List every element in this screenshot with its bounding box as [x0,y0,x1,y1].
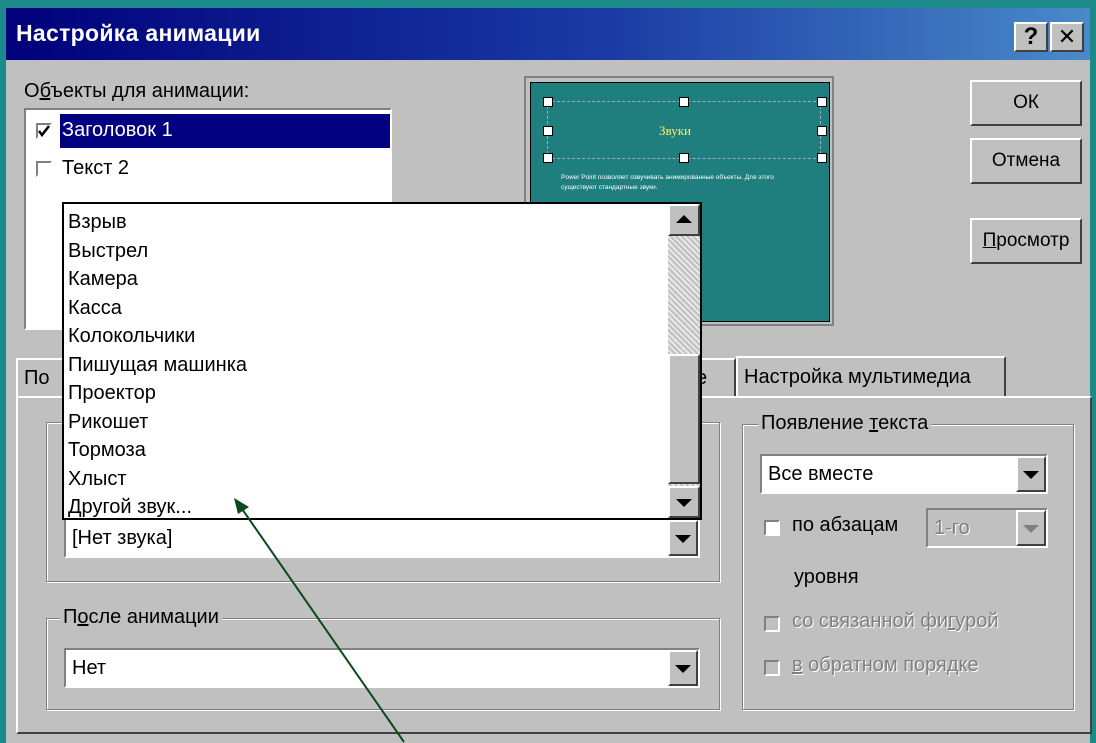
list-item[interactable]: Касса [64,294,664,323]
scroll-thumb[interactable] [668,354,700,484]
resize-handle [543,153,553,163]
list-item[interactable]: Выстрел [64,237,664,266]
chevron-up-icon [676,215,692,223]
ok-button[interactable]: ОК [970,80,1082,126]
list-item[interactable]: Текст 2 [26,150,390,186]
dropdown-scrollbar[interactable] [668,204,700,518]
close-button[interactable]: ✕ [1050,22,1084,52]
list-item[interactable]: Взрыв [64,208,664,237]
list-item[interactable]: Камера [64,265,664,294]
list-item[interactable]: Другой звук... [64,493,664,522]
resize-handle [679,153,689,163]
list-item[interactable]: Пишущая машинка [64,351,664,380]
list-item-label: Заголовок 1 [62,119,173,141]
resize-handle [543,126,553,136]
title-bar[interactable]: Настройка анимации ? ✕ [6,8,1090,60]
list-item[interactable]: Рикошет [64,408,664,437]
by-paragraph-label: по абзацам [792,514,899,536]
resize-handle [817,153,827,163]
desktop-background-top [0,0,1096,8]
tab-order-timing[interactable]: е [696,358,736,398]
chevron-down-icon [1023,525,1039,533]
list-item[interactable]: Проектор [64,379,664,408]
level-arrow[interactable] [1016,510,1046,546]
check-icon [38,125,50,137]
resize-handle [679,97,689,107]
by-paragraph-checkbox[interactable] [764,520,780,536]
list-item[interactable]: Тормоза [64,436,664,465]
slide-title: Звуки [659,123,691,138]
preview-button[interactable]: Просмотр [970,218,1082,264]
reverse-order-checkbox[interactable] [764,660,780,676]
chevron-down-icon [675,535,691,543]
scroll-up-button[interactable] [668,204,700,236]
objects-label: Объекты для анимации: [24,80,250,102]
resize-handle [817,97,827,107]
window-title: Настройка анимации [16,20,261,46]
sound-combo[interactable]: [Нет звука] [64,518,700,558]
level-value: 1-го [934,517,970,539]
linked-shape-label: со связанной фигурой [792,610,999,632]
after-animation-combo[interactable]: Нет [64,648,700,688]
text-appearance-arrow[interactable] [1016,456,1046,492]
sound-combo-arrow[interactable] [668,520,698,556]
reverse-order-label: в обратном порядке [792,654,979,676]
slide-body: Power Point позволяет озвучивать анимиро… [561,174,774,191]
text-appearance-value: Все вместе [768,463,874,485]
desktop-background-left [0,0,6,743]
cancel-button[interactable]: Отмена [970,138,1082,184]
sound-dropdown-items: Взрыв Выстрел Камера Касса Колокольчики … [64,208,664,522]
level-combo[interactable]: 1-го [926,508,1048,548]
text-appearance-combo[interactable]: Все вместе [760,454,1048,494]
sound-dropdown-list[interactable]: Взрыв Выстрел Камера Касса Колокольчики … [62,202,702,520]
chevron-down-icon [676,499,692,507]
list-item[interactable]: Хлыст [64,465,664,494]
after-animation-arrow[interactable] [668,650,698,686]
help-button[interactable]: ? [1014,22,1048,52]
linked-shape-checkbox[interactable] [764,616,780,632]
text-appearance-label: Появление текста [758,412,932,435]
chevron-down-icon [1023,471,1039,479]
checkbox-title[interactable] [36,123,52,139]
tab-multimedia[interactable]: Настройка мультимедиа [736,356,1006,398]
list-item[interactable]: Колокольчики [64,322,664,351]
scroll-down-button[interactable] [668,486,700,518]
checkbox-text[interactable] [36,161,52,177]
after-animation-value: Нет [72,657,107,679]
list-item-label: Текст 2 [62,157,130,179]
resize-handle [543,97,553,107]
sound-combo-value: [Нет звука] [72,527,173,549]
chevron-down-icon [675,665,691,673]
resize-handle [817,126,827,136]
list-item[interactable]: Заголовок 1 [26,112,390,148]
after-animation-label: После анимации [60,606,222,629]
level-label: уровня [794,566,859,588]
